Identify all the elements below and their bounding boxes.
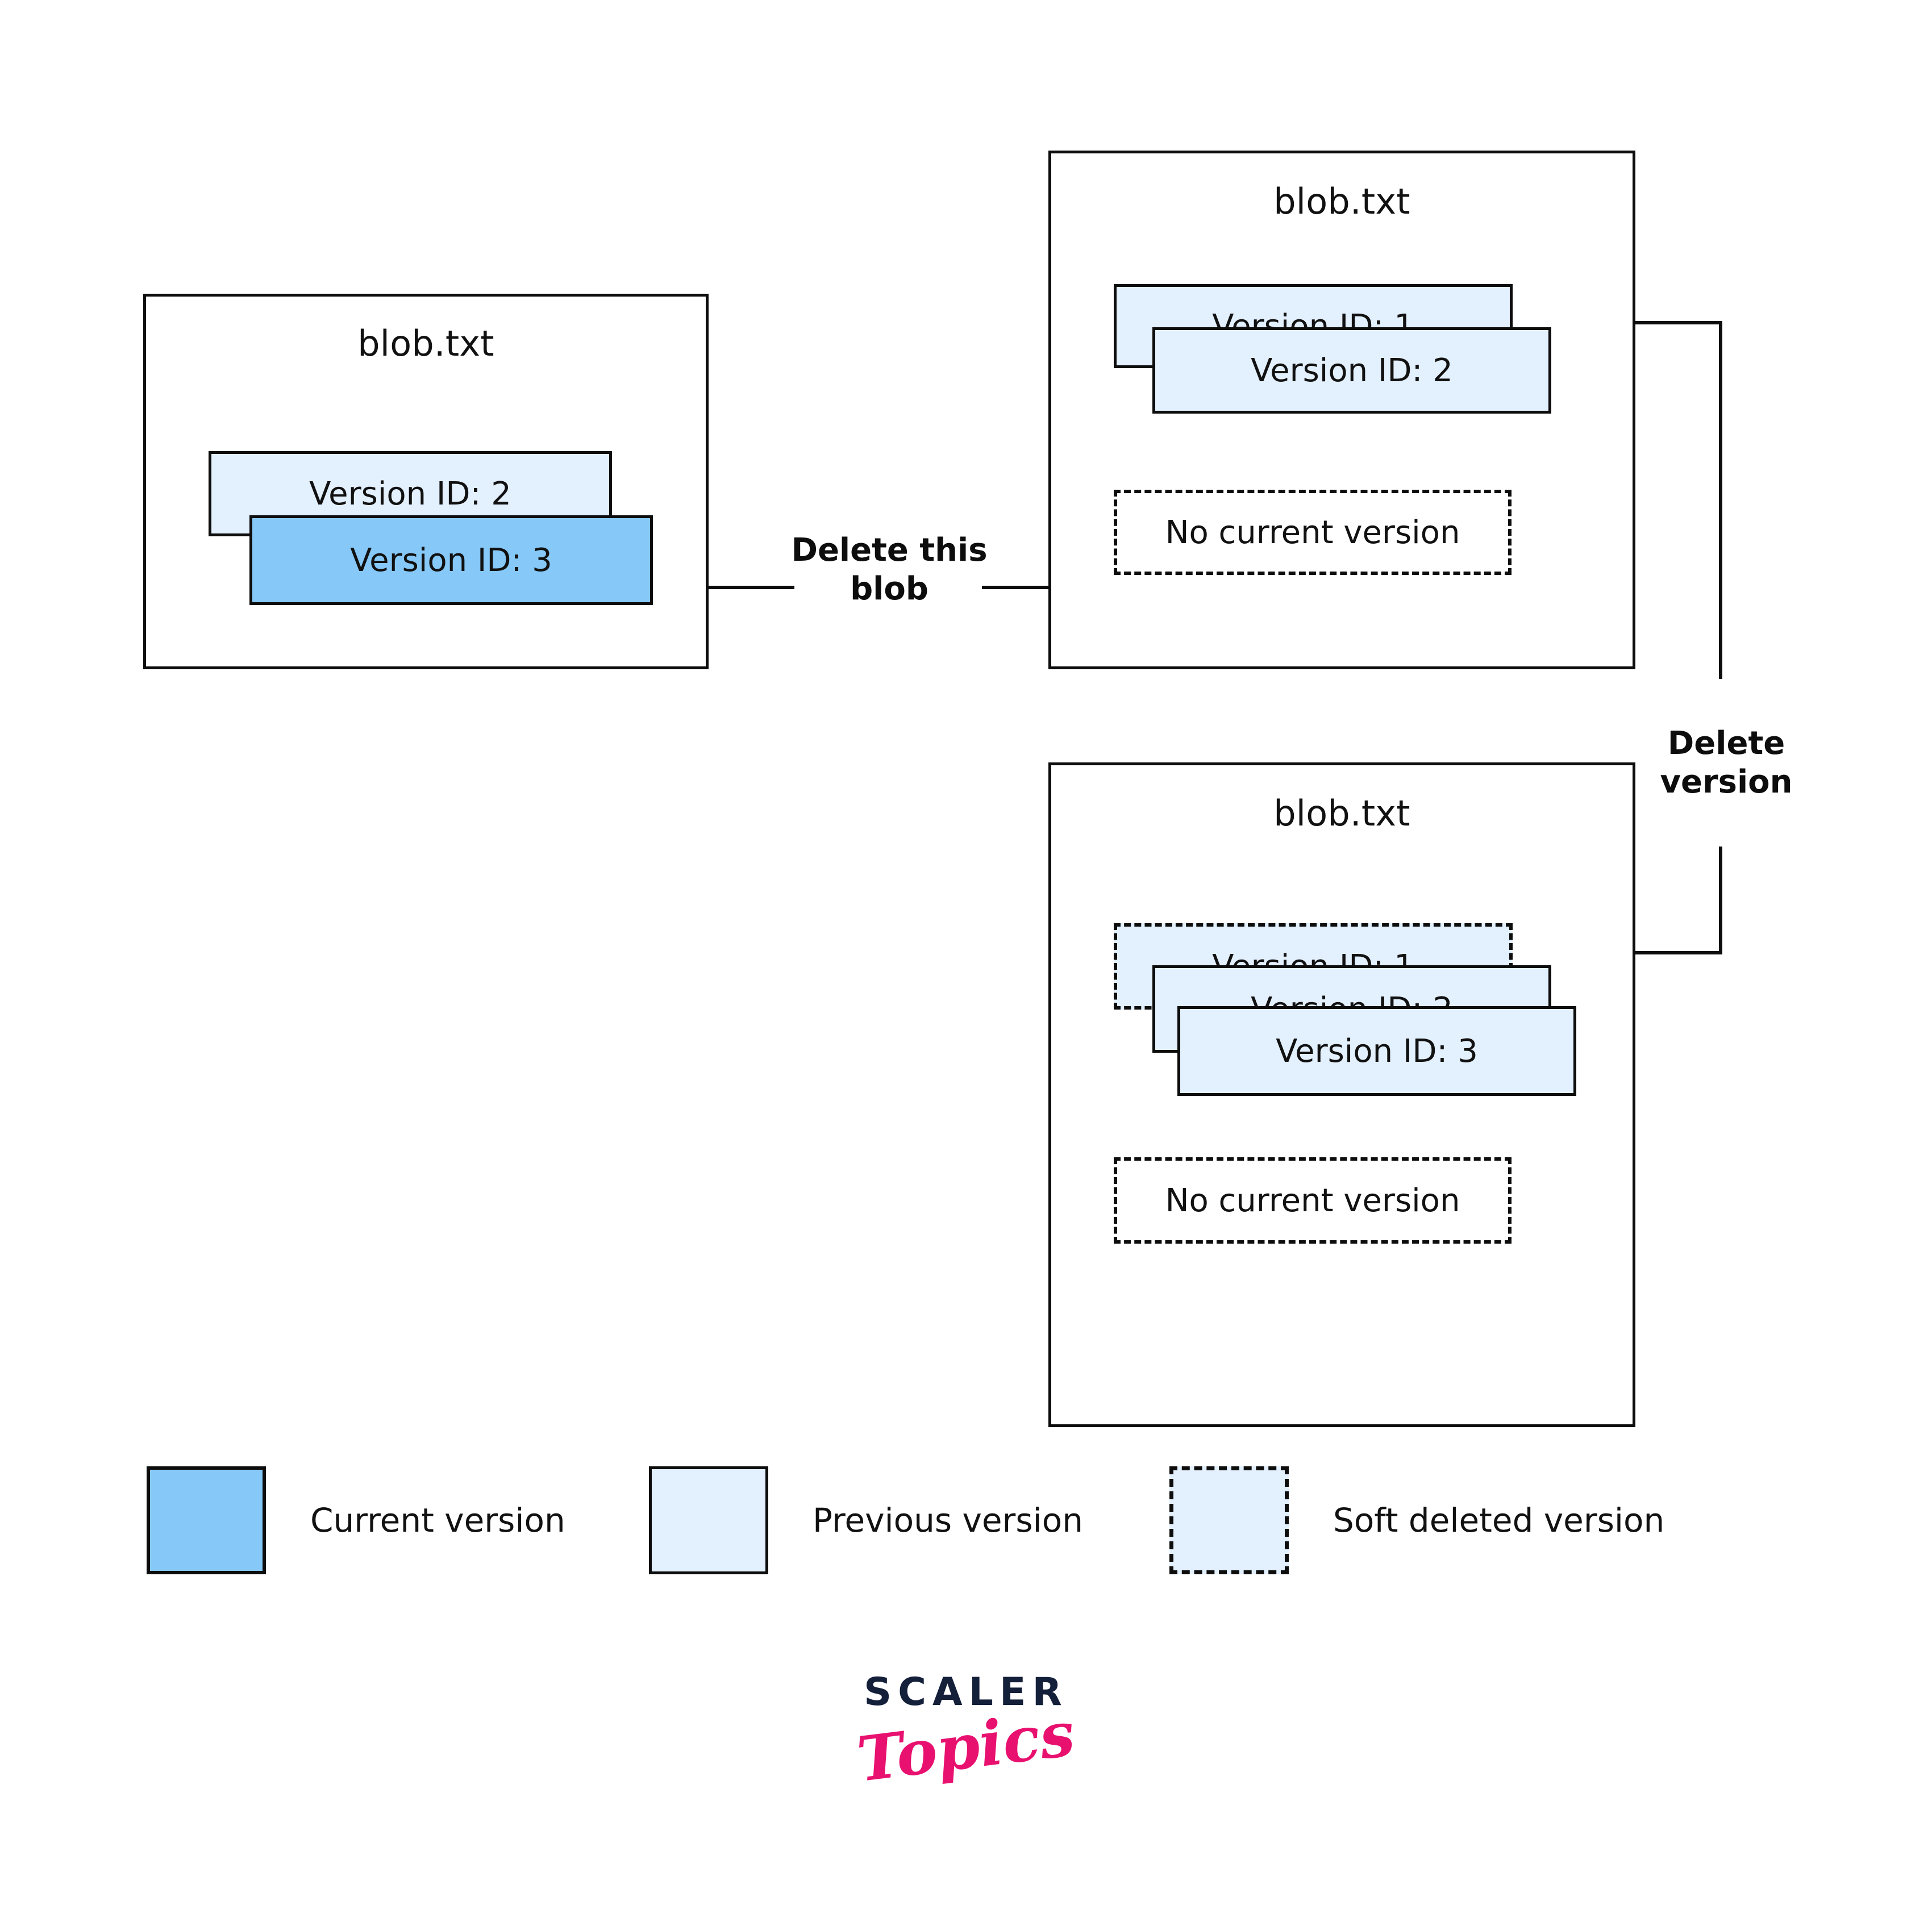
no-current-version-placeholder-top: No current version (1114, 490, 1512, 575)
version-chip-label: Version ID: 3 (350, 541, 552, 579)
delete-blob-label: Delete this blob (778, 531, 1000, 609)
version-chip-label: Version ID: 2 (1251, 352, 1453, 389)
legend: Current version Previous version Soft de… (0, 1463, 1932, 1577)
legend-swatch-previous-version (649, 1466, 768, 1574)
delete-version-label-line1: Delete (1667, 725, 1785, 762)
version-chip-v2-after-blob-delete: Version ID: 2 (1152, 327, 1551, 414)
blob-panel-source: blob.txt Version ID: 2 Version ID: 3 (143, 294, 709, 669)
brand-secondary-text: Topics (853, 1698, 1079, 1796)
version-chip-label: Version ID: 2 (309, 475, 511, 512)
diagram-canvas: blob.txt Version ID: 2 Version ID: 3 Del… (0, 0, 1932, 1918)
blob-panel-after-version-delete: blob.txt Version ID: 1 Version ID: 2 Ver… (1048, 762, 1635, 1427)
version-chip-v3-source: Version ID: 3 (249, 515, 653, 605)
blob-title-after-blob-delete: blob.txt (1273, 181, 1410, 222)
legend-label-current-version: Current version (310, 1501, 565, 1540)
blob-title-after-version-delete: blob.txt (1273, 793, 1410, 834)
legend-label-soft-deleted-version: Soft deleted version (1333, 1501, 1665, 1540)
legend-item-current-version: Current version (147, 1463, 565, 1577)
legend-item-soft-deleted-version: Soft deleted version (1169, 1463, 1664, 1577)
no-current-version-placeholder-bottom: No current version (1114, 1157, 1512, 1244)
delete-version-label-line2: version (1660, 764, 1793, 801)
connector-layer (648, 321, 1722, 970)
no-current-version-label: No current version (1165, 1182, 1460, 1219)
delete-blob-label-line2: blob (850, 570, 928, 608)
blob-panel-after-blob-delete: blob.txt Version ID: 1 Version ID: 2 No … (1048, 151, 1635, 669)
blob-title-source: blob.txt (357, 323, 494, 364)
legend-item-previous-version: Previous version (649, 1463, 1083, 1577)
legend-swatch-soft-deleted-version (1169, 1466, 1289, 1574)
legend-label-previous-version: Previous version (813, 1501, 1083, 1540)
version-chip-v3-after-version-delete: Version ID: 3 (1177, 1006, 1576, 1096)
no-current-version-label: No current version (1165, 514, 1460, 551)
delete-version-label: Delete version (1613, 724, 1840, 802)
version-chip-label: Version ID: 3 (1276, 1032, 1478, 1070)
scaler-topics-logo: SCALER Topics (0, 1673, 1932, 1796)
delete-blob-label-line1: Delete this (791, 532, 988, 569)
legend-swatch-current-version (147, 1466, 266, 1574)
